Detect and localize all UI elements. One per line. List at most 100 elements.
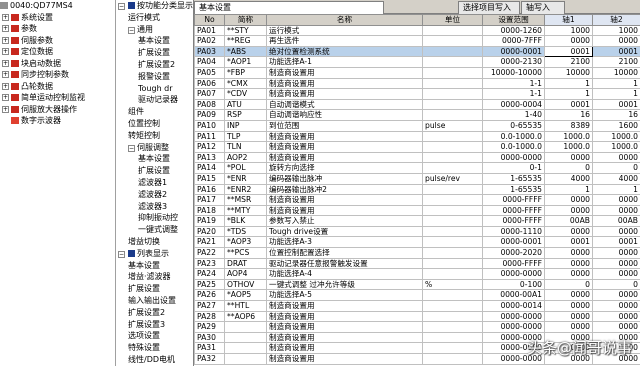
nav-item[interactable]: 增益·滤波器 xyxy=(116,271,193,283)
tree-item[interactable]: + 块启动数据 xyxy=(0,58,115,70)
tree-item[interactable]: + 系统设置 xyxy=(0,12,115,24)
nav-item[interactable]: − 列表显示 xyxy=(116,248,193,260)
value-cell[interactable]: 1 xyxy=(544,77,593,90)
collapse-icon[interactable]: − xyxy=(128,26,135,34)
value-cell[interactable]: 0000 xyxy=(544,257,593,270)
tree-item[interactable]: + 参数 xyxy=(0,23,115,35)
tree-root[interactable]: 0040:QD77MS4 xyxy=(0,0,115,12)
value-cell[interactable]: 2100 xyxy=(544,56,593,68)
value-cell[interactable]: 0000 xyxy=(592,300,640,312)
value-cell[interactable]: 0001 xyxy=(592,98,640,111)
value-cell[interactable]: 0000 xyxy=(544,300,593,312)
table-row[interactable]: PA19 *BLK 参数写入禁止 0000-FFFF 00AB 00AB xyxy=(194,215,640,227)
column-header[interactable]: 单位 xyxy=(422,14,483,26)
value-cell[interactable]: 00AB xyxy=(544,215,593,227)
table-row[interactable]: PA20 *TDS Tough drive设置 0000-1110 0000 0000 xyxy=(194,225,640,238)
value-cell[interactable]: 0000 xyxy=(544,35,593,47)
table-row[interactable]: PA03 *ABS 绝对位置检测系统 0000-0001 0001 0001 xyxy=(194,45,640,58)
nav-item[interactable]: 运行模式 xyxy=(116,12,193,24)
expand-icon[interactable]: + xyxy=(2,105,9,113)
nav-item[interactable]: 滤波器1 xyxy=(116,177,193,189)
nav-item[interactable]: 扩展设置 xyxy=(116,283,193,295)
nav-item[interactable]: 输入输出设置 xyxy=(116,295,193,307)
value-cell[interactable]: 0000 xyxy=(592,151,640,164)
value-cell[interactable]: 1000.0 xyxy=(592,130,640,143)
value-cell[interactable]: 0000 xyxy=(544,204,593,217)
value-cell[interactable]: 0001 xyxy=(544,98,593,111)
table-row[interactable]: PA28 **AOP6 制造商设置用 0000-0000 0000 0000 xyxy=(194,310,640,323)
tree-item[interactable]: + 伺服放大器操作 xyxy=(0,104,115,116)
table-row[interactable]: PA17 **MSR 制造商设置用 0000-FFFF 0000 0000 xyxy=(194,194,640,206)
table-row[interactable]: PA11 TLP 制造商设置用 0.0-1000.0 1000.0 1000.0 xyxy=(194,130,640,143)
table-row[interactable]: PA21 *AOP3 功能选择A-3 0000-0001 0001 0001 xyxy=(194,236,640,249)
write-selected-items-button[interactable]: 选择项目写入(S) xyxy=(458,1,520,24)
table-row[interactable]: PA13 AOP2 制造商设置用 0000-0000 0000 0000 xyxy=(194,151,640,164)
expand-icon[interactable]: + xyxy=(2,82,9,90)
value-cell[interactable]: 1 xyxy=(544,183,593,196)
value-cell[interactable]: 0000 xyxy=(544,321,593,333)
expand-icon[interactable]: + xyxy=(2,71,9,79)
column-header[interactable]: 名称 xyxy=(266,14,423,26)
nav-item[interactable]: 抑制振动控 xyxy=(116,212,193,224)
value-cell[interactable]: 0000 xyxy=(544,247,593,259)
column-header[interactable]: 设置范围 xyxy=(482,14,545,26)
value-cell[interactable]: 16 xyxy=(544,109,593,121)
column-header[interactable]: 轴1 xyxy=(544,14,593,26)
nav-item[interactable]: 基本设置 xyxy=(116,35,193,47)
table-row[interactable]: PA08 ATU 自动调谐模式 0000-0004 0001 0001 xyxy=(194,98,640,111)
nav-item[interactable]: 增益切换 xyxy=(116,236,193,248)
nav-item[interactable]: 扩展设置2 xyxy=(116,307,193,319)
value-cell[interactable]: 0000 xyxy=(592,225,640,238)
value-cell[interactable]: 1 xyxy=(592,88,640,100)
nav-item[interactable]: − 伺服调整 xyxy=(116,142,193,154)
table-row[interactable]: PA09 RSP 自动调谐响应性 1-40 16 16 xyxy=(194,109,640,121)
value-cell[interactable]: 0 xyxy=(592,278,640,291)
expand-icon[interactable]: + xyxy=(2,48,9,56)
tree-item[interactable]: + 简单运动控制监视 xyxy=(0,92,115,104)
value-cell[interactable]: 0001 xyxy=(592,236,640,249)
value-cell[interactable]: 00AB xyxy=(592,215,640,227)
value-cell[interactable]: 0000 xyxy=(544,310,593,323)
value-cell[interactable]: 0000 xyxy=(592,247,640,259)
table-row[interactable]: PA16 *ENR2 编码器输出脉冲2 1-65535 1 1 xyxy=(194,183,640,196)
value-cell[interactable]: 0 xyxy=(544,278,593,291)
value-cell[interactable]: 16 xyxy=(592,109,640,121)
table-row[interactable]: PA26 *AOP5 功能选择A-5 0000-00A1 0000 0000 xyxy=(194,289,640,302)
table-row[interactable]: PA15 *ENR 编码器输出脉冲 pulse/rev 1-65535 4000 4000 xyxy=(194,172,640,185)
value-cell[interactable]: 0000 xyxy=(592,321,640,333)
table-row[interactable]: PA22 **PCS 位置控制配置选择 0000-2020 0000 0000 xyxy=(194,247,640,259)
table-row[interactable]: PA07 *CDV 制造商设置用 1-1 1 1 xyxy=(194,88,640,100)
value-cell[interactable]: 0001 xyxy=(544,236,593,249)
value-cell[interactable]: 0000 xyxy=(592,257,640,270)
value-cell[interactable]: 0000 xyxy=(544,151,593,164)
table-row[interactable]: PA04 *AOP1 功能选择A-1 0000-2130 2100 2100 xyxy=(194,56,640,68)
value-cell[interactable]: 1000.0 xyxy=(544,141,593,153)
tree-item[interactable]: + 定位数据 xyxy=(0,46,115,58)
expand-icon[interactable]: + xyxy=(2,59,9,67)
table-row[interactable]: PA05 *FBP 制造商设置用 10000-10000 10000 10000 xyxy=(194,66,640,79)
value-cell[interactable]: 0000 xyxy=(592,204,640,217)
value-cell[interactable]: 0000 xyxy=(592,310,640,323)
tab-basic-settings[interactable]: 基本设置 xyxy=(194,1,384,14)
value-cell[interactable]: 2100 xyxy=(592,56,640,68)
nav-item[interactable]: 选项设置 xyxy=(116,330,193,342)
nav-item[interactable]: 报警设置 xyxy=(116,71,193,83)
table-row[interactable]: PA18 **MTY 制造商设置用 0000-FFFF 0000 0000 xyxy=(194,204,640,217)
value-cell[interactable]: 0000 xyxy=(544,268,593,280)
value-cell[interactable]: 0000 xyxy=(592,289,640,302)
table-row[interactable]: PA25 OTHOV 一键式调整 过冲允许等级% 0-100 0 0 xyxy=(194,278,640,291)
value-cell[interactable]: 4000 xyxy=(544,172,593,185)
value-cell[interactable]: 0001 xyxy=(544,45,593,58)
nav-item[interactable]: 一键式调整 xyxy=(116,224,193,236)
nav-item[interactable]: 基本设置 xyxy=(116,260,193,272)
value-cell[interactable]: 0000 xyxy=(592,35,640,47)
tree-item[interactable]: + 伺服参数 xyxy=(0,35,115,47)
value-cell[interactable]: 4000 xyxy=(592,172,640,185)
collapse-icon[interactable]: − xyxy=(118,250,125,258)
collapse-icon[interactable]: − xyxy=(118,3,125,10)
nav-item[interactable]: 驱动记录器 xyxy=(116,94,193,106)
value-cell[interactable]: 0000 xyxy=(592,268,640,280)
expand-icon[interactable]: + xyxy=(2,25,9,33)
value-cell[interactable]: 1000 xyxy=(592,24,640,37)
nav-item[interactable]: 扩展设置 xyxy=(116,165,193,177)
